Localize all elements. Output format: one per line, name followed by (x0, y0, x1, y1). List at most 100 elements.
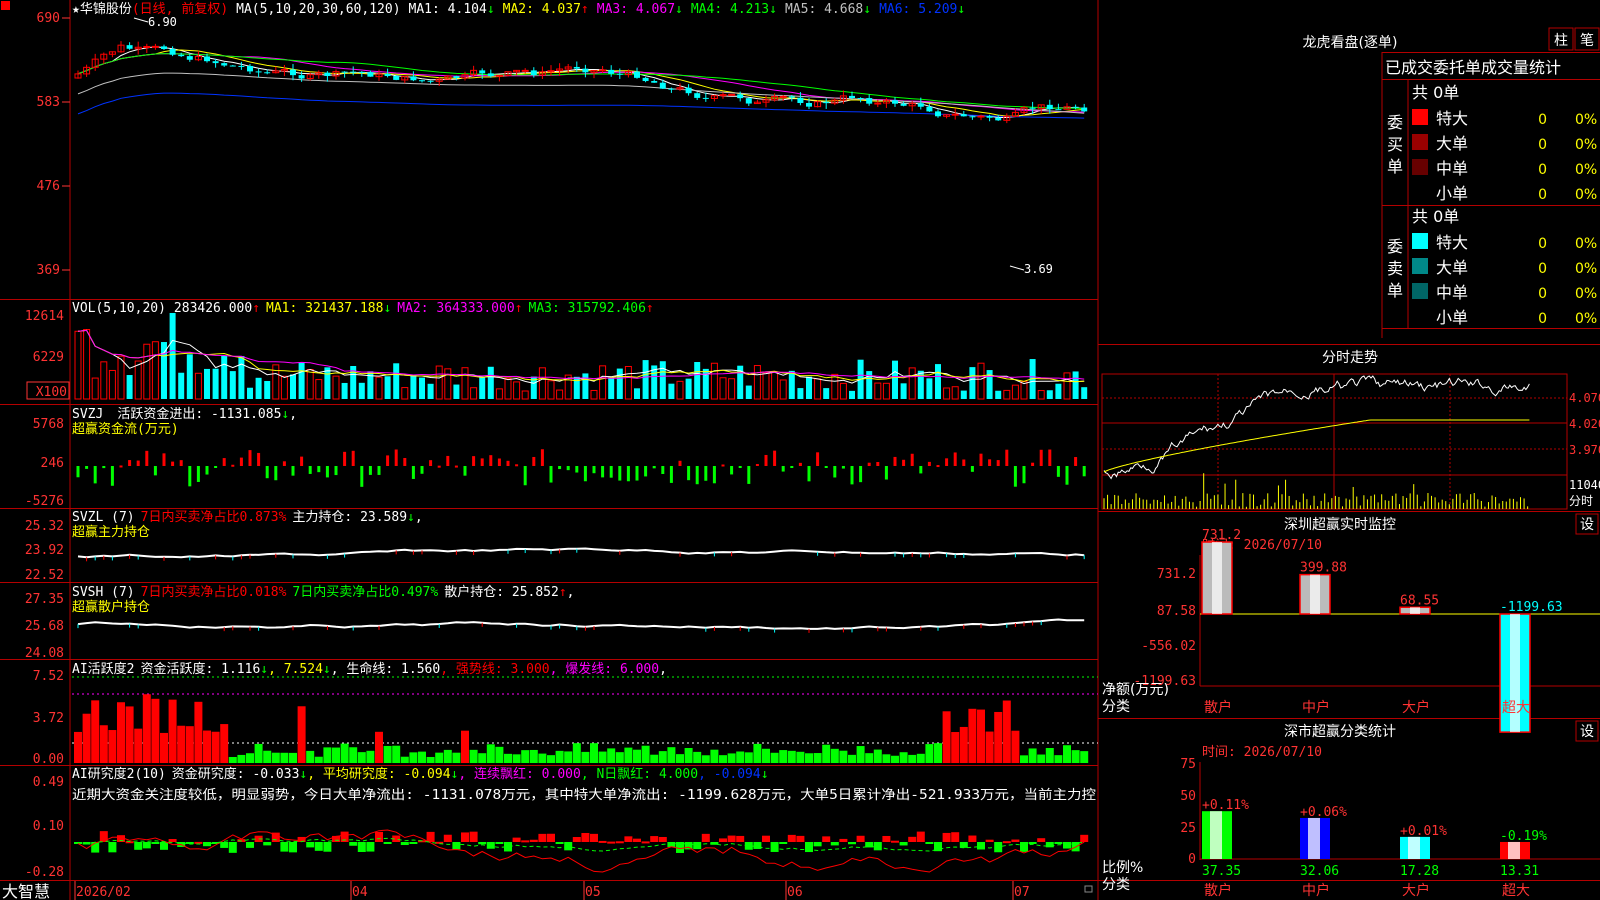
bar-view-button[interactable]: 柱 (1548, 27, 1574, 51)
activity-bar (667, 747, 676, 763)
research-bar (848, 842, 856, 845)
fund-flow-bar (884, 466, 888, 480)
candle-body (788, 96, 795, 98)
monitor-bar-0: 731.2 散户 (1201, 528, 1241, 716)
candle-body (874, 102, 882, 105)
fund-flow-bar (265, 466, 269, 479)
fund-flow-bar (962, 459, 966, 466)
volume-bar (771, 371, 779, 400)
volume-bar (134, 360, 142, 400)
fund-flow-bar (807, 466, 811, 482)
fund-flow-bar (145, 450, 149, 466)
fund-flow-bar (162, 453, 166, 466)
order-color-swatch (1412, 258, 1428, 274)
fund-flow-bar (523, 466, 527, 486)
volume-bar (186, 354, 193, 399)
activity-bar (641, 745, 650, 763)
volume-bar (892, 360, 898, 399)
ma120-line (77, 92, 1085, 119)
research-bar (452, 842, 461, 850)
volume-bar (255, 377, 262, 399)
research-bar (977, 842, 985, 850)
fund-flow-bar (1031, 462, 1035, 466)
classify-value: 32.06 (1300, 864, 1339, 879)
activity-bar (813, 753, 822, 763)
buy-order-rows: 特大 0 0% 大单 0 0% 中单 0 0% 小单 0 0% (1412, 109, 1597, 203)
activity-bar (822, 744, 831, 763)
fund-flow-bar (1065, 466, 1069, 485)
candlesticks[interactable] (74, 41, 1088, 124)
volume-bar (969, 367, 976, 399)
classify-value: 37.35 (1202, 864, 1241, 879)
research-bar (1020, 842, 1028, 852)
volume-bar (393, 363, 400, 399)
monitor-bar-highlight (1310, 574, 1320, 614)
research-bar (839, 838, 848, 842)
candle-body (935, 111, 941, 117)
ma10-line (77, 49, 1085, 117)
svg-text:27.35: 27.35 (25, 592, 64, 607)
activity-bar (478, 753, 487, 763)
activity-bar (142, 694, 151, 763)
volume-bar (280, 375, 288, 400)
fund-flow-bar (291, 466, 295, 476)
fund-flow-bar (816, 452, 820, 466)
candle-body (737, 94, 744, 99)
activity-bar (830, 748, 839, 763)
volume-bar (599, 365, 607, 400)
classify-category: 大户 (1402, 882, 1430, 899)
fund-flow-bar (609, 466, 613, 478)
longhu-panel: 龙虎看盘(逐单) 柱 笔 已成交委托单成交量统计 共 0单 委买单 特大 0 0% 大… (1303, 27, 1600, 327)
activity-bar (1071, 750, 1080, 763)
activity-bar (572, 743, 581, 763)
research-bar (615, 841, 624, 844)
activity-bar (633, 749, 641, 763)
stock-name: 华锦股份 (80, 2, 132, 17)
activity-bar (383, 745, 392, 763)
fund-flow-bar (334, 466, 338, 476)
fund-flow-bar (128, 460, 132, 466)
activity-bar (280, 752, 289, 763)
svg-text:2026/02: 2026/02 (76, 885, 131, 900)
fund-flow-bar (515, 464, 519, 467)
svzj-header: SVZJ 活跃资金进出: -1131.085↓, 超赢资金流(万元) (72, 406, 297, 437)
volume-bar (1063, 372, 1071, 400)
activity-bar (899, 752, 908, 763)
activity-bar (555, 750, 564, 763)
fund-flow-bar (205, 466, 209, 475)
tick-view-button[interactable]: 笔 (1574, 27, 1600, 51)
fund-flow-bar (936, 465, 940, 468)
research-bar (263, 842, 272, 846)
research-bar (650, 836, 659, 842)
research-bar (590, 833, 598, 842)
fund-flow-bar (454, 465, 458, 468)
ai-active-axis: 7.52 3.72 0.00 (33, 669, 64, 767)
research-bar (1002, 841, 1011, 844)
corner-marker[interactable] (1, 1, 10, 10)
classify-settings-button[interactable]: 设 (1575, 720, 1599, 742)
activity-bar (461, 730, 469, 763)
candle-body (161, 46, 167, 49)
activity-bar (719, 755, 727, 763)
volume-bar (238, 356, 245, 399)
fund-flow-bar (171, 461, 175, 466)
research-bar (151, 842, 160, 844)
order-count: 0 (1538, 236, 1547, 252)
fund-flow-bar (1074, 457, 1078, 466)
lock-icon[interactable] (1084, 885, 1093, 893)
monitor-settings-button[interactable]: 设 (1575, 513, 1599, 535)
svg-text:731.2: 731.2 (1157, 567, 1196, 582)
fund-flow-bar (841, 466, 845, 469)
fund-flow-bar (566, 466, 570, 471)
fund-flow-bar (300, 456, 304, 466)
activity-bar (237, 754, 246, 763)
fund-flow-bar (351, 450, 355, 466)
volume-bar (358, 382, 365, 399)
volume-bar (762, 372, 770, 400)
volume-bar (204, 368, 210, 399)
svg-text:87.58: 87.58 (1157, 604, 1196, 619)
fund-flow-bar (308, 466, 312, 474)
activity-bar (340, 743, 349, 763)
research-bar (1037, 838, 1046, 842)
volume-bar (100, 361, 108, 400)
